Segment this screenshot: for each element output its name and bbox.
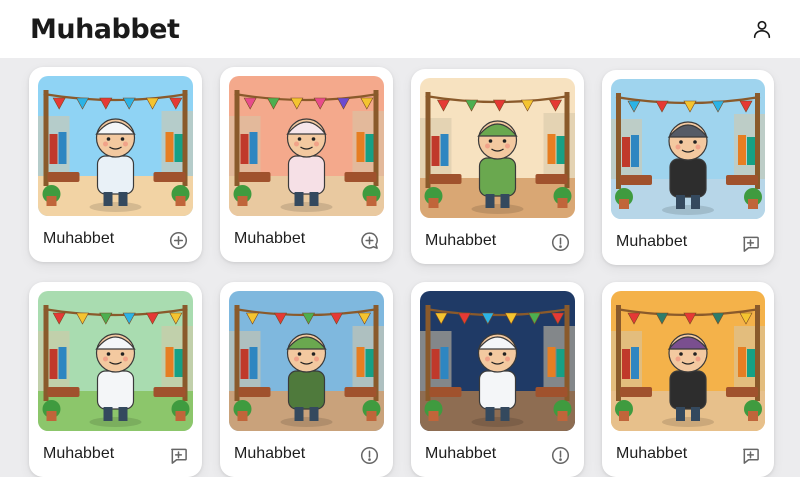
add-comment-button[interactable] (359, 230, 379, 250)
app-header: Muhabbet (0, 0, 800, 58)
info-circle-icon (551, 233, 569, 251)
image-card[interactable]: Muhabbet (29, 67, 202, 262)
image-card[interactable]: Muhabbet (220, 282, 393, 477)
image-card[interactable]: Muhabbet (220, 67, 393, 262)
card-title: Muhabbet (616, 445, 688, 462)
add-comment-icon (170, 448, 187, 464)
card-title: Muhabbet (425, 232, 497, 249)
info-circle-icon (551, 446, 569, 464)
profile-button[interactable] (750, 17, 774, 41)
card-image (229, 76, 384, 216)
image-grid: Muhabbet Muhabbet Muhabbet Muhabbet Muha… (0, 58, 800, 477)
card-title: Muhabbet (616, 233, 688, 250)
add-comment-icon (742, 236, 759, 252)
card-image (420, 78, 575, 218)
image-card[interactable]: Muhabbet (29, 282, 202, 477)
card-image (229, 291, 384, 431)
add-comment-icon (360, 231, 378, 249)
info-button[interactable] (550, 445, 570, 465)
info-button[interactable] (359, 445, 379, 465)
card-image (38, 76, 193, 216)
card-title: Muhabbet (425, 445, 497, 462)
card-title: Muhabbet (234, 445, 306, 462)
add-comment-button[interactable] (740, 445, 760, 465)
info-circle-icon (360, 446, 378, 464)
add-comment-button[interactable] (740, 233, 760, 253)
card-image (611, 291, 765, 431)
add-comment-button[interactable] (168, 445, 188, 465)
card-title: Muhabbet (43, 445, 115, 462)
add-circle-button[interactable] (168, 230, 188, 250)
card-image (611, 79, 765, 219)
card-image (420, 291, 575, 431)
user-icon (753, 20, 771, 39)
image-card[interactable]: Muhabbet (602, 282, 774, 477)
card-title: Muhabbet (43, 230, 115, 247)
image-card[interactable]: Muhabbet (602, 70, 774, 265)
card-title: Muhabbet (234, 230, 306, 247)
info-button[interactable] (550, 232, 570, 252)
add-comment-icon (742, 448, 759, 464)
add-circle-icon (169, 231, 187, 249)
card-image (38, 291, 193, 431)
image-card[interactable]: Muhabbet (411, 69, 584, 264)
image-card[interactable]: Muhabbet (411, 282, 584, 477)
app-title: Muhabbet (30, 13, 180, 45)
